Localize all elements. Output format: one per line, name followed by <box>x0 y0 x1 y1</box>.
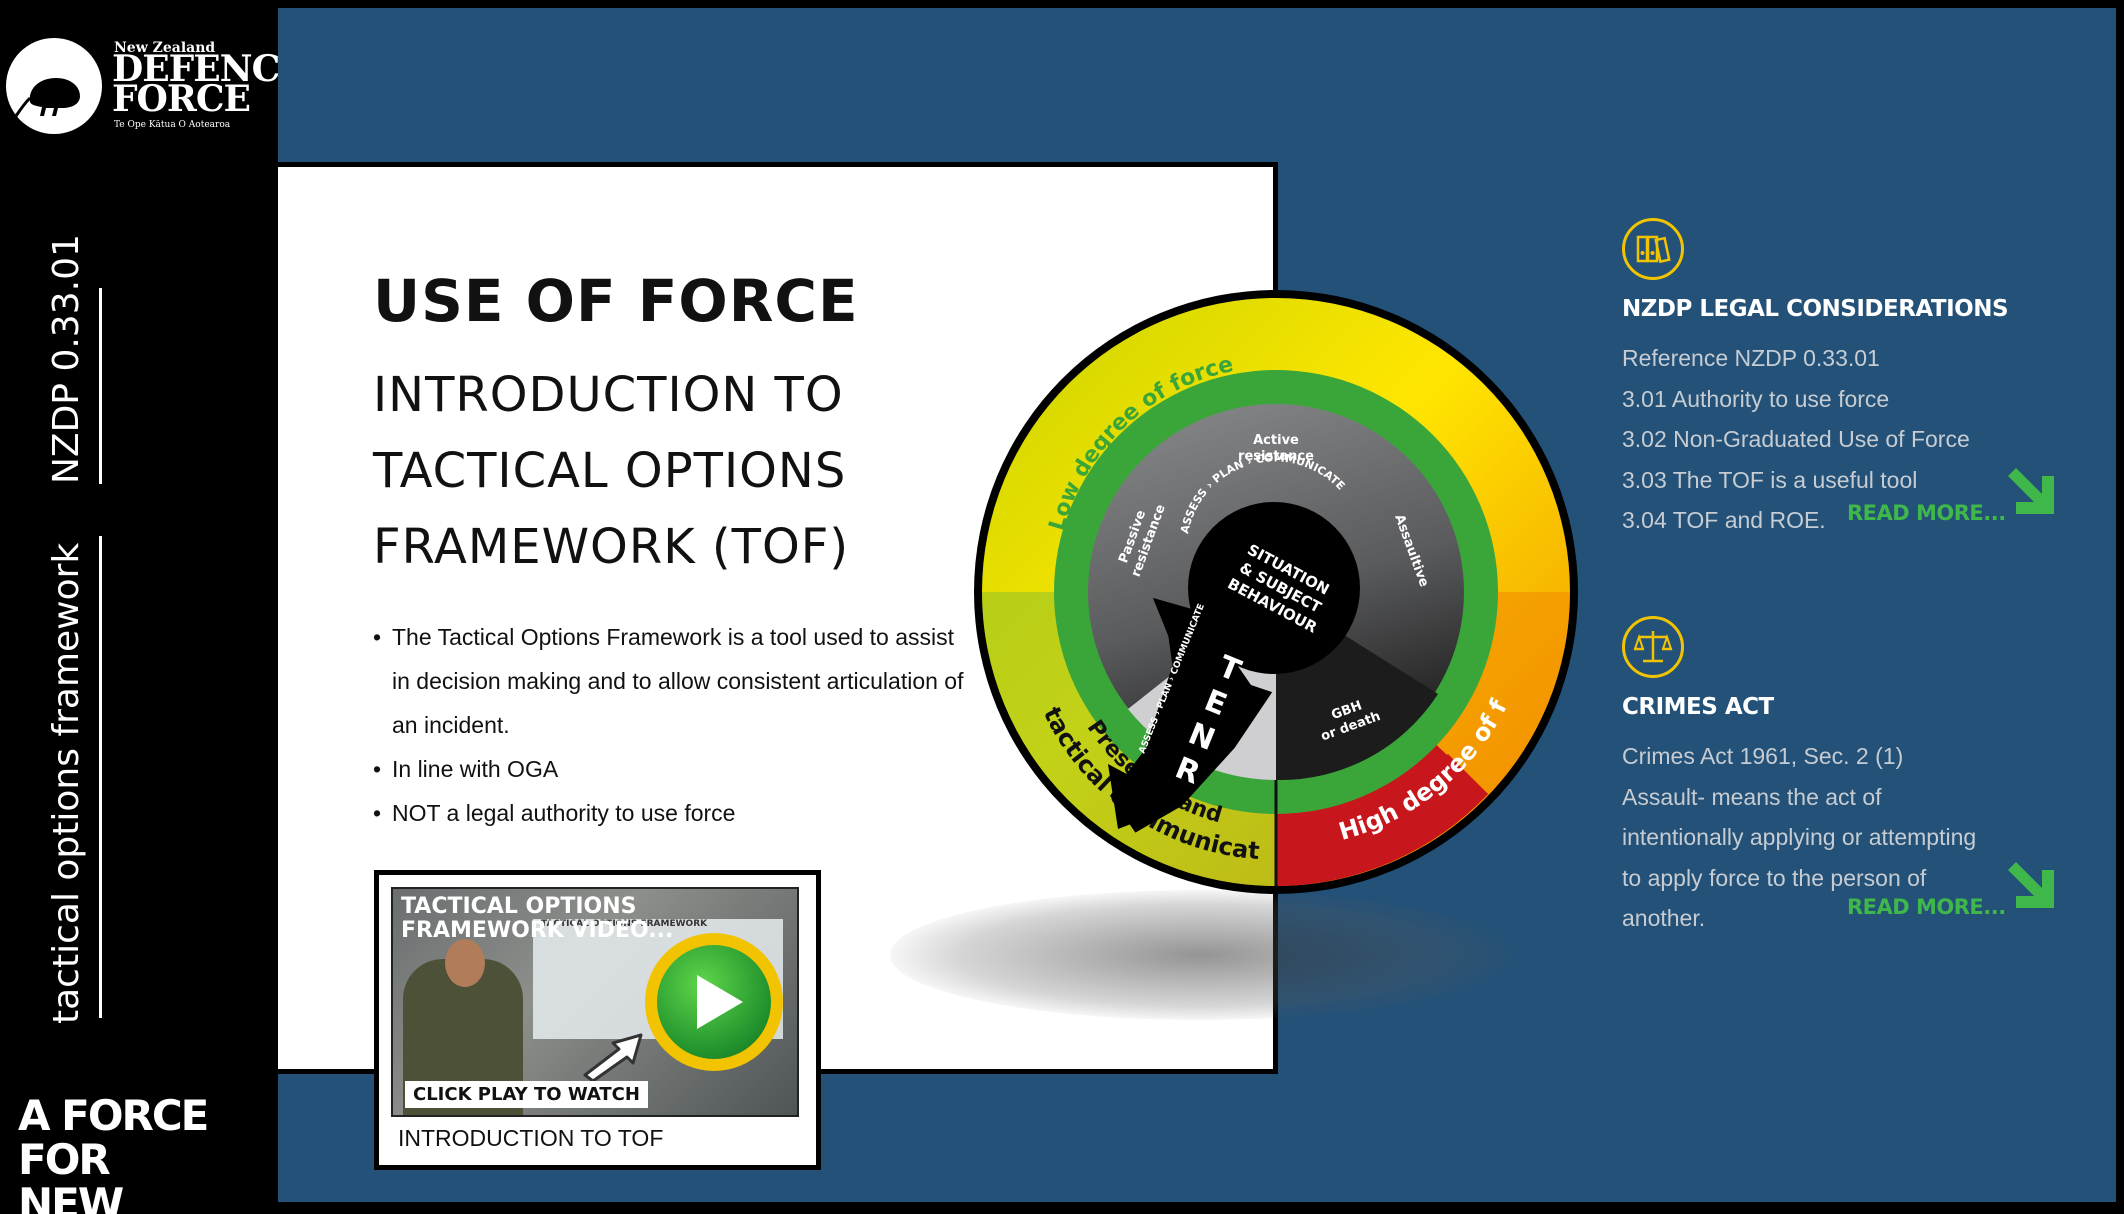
diagram-shadow <box>890 890 1510 1020</box>
binders-icon <box>1622 218 1684 280</box>
play-icon <box>697 975 743 1029</box>
kiwi-logo-icon <box>6 38 102 134</box>
intro-bullets: The Tactical Options Framework is a tool… <box>373 615 973 835</box>
sidebar-divider-bottom <box>99 536 102 1018</box>
legal-considerations-section: NZDP LEGAL CONSIDERATIONS Reference NZDP… <box>1622 218 2062 538</box>
crimes-read-more-link[interactable]: READ MORE... <box>1847 895 2006 919</box>
tagline-line-2: NEW ZEALAND <box>18 1179 124 1214</box>
sidebar-divider-top <box>99 288 102 484</box>
crimes-line: intentionally applying or attempting <box>1622 824 1977 850</box>
tagline-line-1: A FORCE FOR <box>18 1091 209 1184</box>
video-thumbnail[interactable]: TACTICAL OPTIONS FRAMEWORK TACTICAL OPTI… <box>391 887 799 1117</box>
crimes-line: Assault- means the act of <box>1622 783 1882 810</box>
crimes-line: to apply force to the person of <box>1622 864 1927 891</box>
sidebar: New Zealand DEFENCE FORCE Te Ope Kātua O… <box>0 0 307 1214</box>
legal-line: Reference NZDP 0.33.01 <box>1622 345 1880 371</box>
legal-read-more-arrow-icon[interactable] <box>2002 462 2062 522</box>
crimes-line: Crimes Act 1961, Sec. 2 (1) <box>1622 743 1904 769</box>
video-card[interactable]: TACTICAL OPTIONS FRAMEWORK TACTICAL OPTI… <box>374 870 821 1170</box>
legal-line: 3.03 The TOF is a useful tool <box>1622 466 1918 493</box>
bullet-item: The Tactical Options Framework is a tool… <box>373 615 973 747</box>
bullet-item: NOT a legal authority to use force <box>373 791 973 835</box>
bullet-item: In line with OGA <box>373 747 973 791</box>
cursor-arrow-icon <box>583 1033 643 1081</box>
page-subtitle: INTRODUCTION TO TACTICAL OPTIONS FRAMEWO… <box>373 367 850 575</box>
document-code: NZDP 0.33.01 <box>46 234 87 484</box>
legal-line: 3.02 Non-Graduated Use of Force <box>1622 426 1970 452</box>
tof-wheel-diagram: Low degree of force High degree of force… <box>959 262 1584 900</box>
zone-active-label: Active <box>1253 433 1299 448</box>
click-play-label: CLICK PLAY TO WATCH <box>405 1081 648 1108</box>
legal-title: NZDP LEGAL CONSIDERATIONS <box>1622 296 2009 322</box>
page-title: USE OF FORCE <box>373 267 859 335</box>
video-caption[interactable]: INTRODUCTION TO TOF <box>398 1125 663 1152</box>
scales-icon <box>1622 616 1684 678</box>
presenter-head <box>445 939 485 987</box>
vertical-page-title: tactical options framework <box>46 542 87 1024</box>
logo-force: FORCE <box>112 78 251 120</box>
tof-wheel-svg: Low degree of force High degree of force… <box>959 262 1578 894</box>
legal-line: 3.01 Authority to use force <box>1622 385 1890 412</box>
logo-maori-name: Te Ope Kātua O Aotearoa <box>114 120 231 130</box>
crimes-read-more-arrow-icon[interactable] <box>2002 856 2062 916</box>
tagline: A FORCE FOR NEW ZEALAND <box>18 1094 258 1214</box>
crimes-title: CRIMES ACT <box>1622 694 1774 720</box>
nzdf-logo[interactable]: New Zealand DEFENCE FORCE Te Ope Kātua O… <box>6 38 307 138</box>
legal-read-more-link[interactable]: READ MORE... <box>1847 501 2006 525</box>
crimes-act-section: CRIMES ACT Crimes Act 1961, Sec. 2 (1) A… <box>1622 616 2062 936</box>
